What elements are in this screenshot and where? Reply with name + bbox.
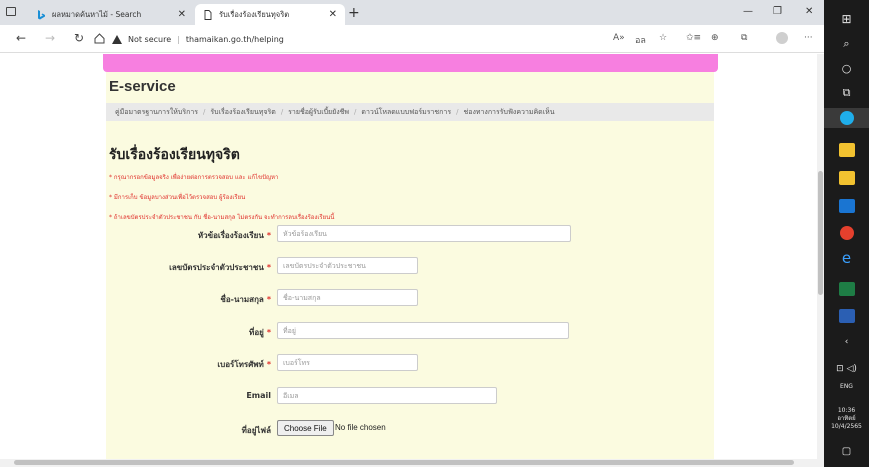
more-icon[interactable]: ··· — [804, 33, 813, 43]
warning-icon — [112, 34, 122, 44]
immersive-reader-icon[interactable]: อล — [635, 33, 646, 47]
bing-icon — [38, 9, 45, 19]
breadcrumb: คู่มือมาตรฐานการให้บริการ / รับเรื่องร้อง… — [106, 103, 714, 121]
favorites-icon[interactable]: ✩≡ — [686, 33, 701, 43]
collections-icon[interactable]: ⊕ — [711, 33, 719, 43]
minimize-icon[interactable]: — — [743, 6, 753, 17]
clock-time[interactable]: 10:36 — [824, 407, 869, 415]
close-window-icon[interactable]: ✕ — [805, 6, 813, 17]
page-title: รับเรื่องร้องเรียนทุจริต — [109, 147, 240, 163]
section-title: E-service — [109, 78, 176, 95]
close-icon[interactable]: ✕ — [178, 9, 186, 20]
profile-avatar[interactable] — [776, 32, 788, 44]
close-icon[interactable]: ✕ — [329, 9, 337, 20]
breadcrumb-item[interactable]: รายชื่อผู้รับเบี้ยยังชีพ — [288, 107, 349, 118]
file-explorer-icon[interactable] — [839, 143, 855, 157]
task-view-icon[interactable]: ⧉ — [824, 86, 869, 100]
url-text: thamaikan.go.th/helping — [185, 34, 284, 44]
windows-start-icon[interactable]: ⊞ — [824, 12, 869, 26]
email-label: Email — [246, 391, 271, 400]
id-card-row: เลขบัตรประจำตัวประชาชน * — [106, 257, 714, 275]
internet-explorer-icon[interactable]: e — [824, 249, 869, 267]
tab-search[interactable]: ผลหมาดค้นหาไม้ - Search ✕ — [28, 4, 194, 25]
cortana-icon[interactable]: ○ — [824, 62, 869, 75]
address-row: ที่อยู่ * — [106, 322, 714, 340]
breadcrumb-item[interactable]: รับเรื่องร้องเรียนทุจริต — [210, 107, 275, 118]
name-row: ชื่อ-นามสกุล * — [106, 289, 714, 307]
restore-icon[interactable]: ❐ — [773, 6, 782, 17]
breadcrumb-item[interactable]: คู่มือมาตรฐานการให้บริการ — [115, 107, 198, 118]
home-icon[interactable] — [94, 33, 105, 44]
mail-icon[interactable] — [839, 199, 855, 213]
page-viewport: E-service คู่มือมาตรฐานการให้บริการ / รับ… — [0, 54, 817, 459]
email-row: Email — [106, 387, 714, 405]
read-aloud-icon[interactable]: A» — [613, 33, 625, 43]
breadcrumb-item[interactable]: ดาวน์โหลดแบบฟอร์มราชการ — [361, 107, 451, 118]
scroll-thumb[interactable] — [14, 460, 794, 465]
new-tab-icon[interactable]: + — [348, 5, 360, 21]
show-hidden-icon[interactable]: ‹ — [824, 337, 869, 347]
chrome-icon[interactable] — [840, 226, 854, 240]
content-panel: E-service คู่มือมาตรฐานการให้บริการ / รับ… — [106, 72, 714, 459]
refresh-icon[interactable]: ↻ — [74, 31, 84, 45]
address-label: ที่อยู่ * — [249, 328, 271, 337]
subject-row: หัวข้อเรื่องร้องเรียน * — [106, 225, 714, 243]
extensions-icon[interactable]: ⧉ — [741, 33, 747, 43]
network-volume-icon[interactable]: ⊡ ◁) — [824, 364, 869, 374]
file-label: ที่อยู่ไฟล์ — [241, 426, 271, 435]
notice-item: * มีการเก็บ ข้อมูลบางส่วนเพื่อไว้ตรวจสอบ… — [109, 194, 246, 201]
notifications-icon[interactable]: ▢ — [824, 446, 869, 457]
forward-icon[interactable]: → — [45, 31, 55, 45]
tab-label: ผลหมาดค้นหาไม้ - Search — [52, 9, 142, 19]
notice-item: * กรุณากรอกข้อมูลจริง เพื่อง่ายต่อการตรว… — [109, 174, 279, 181]
clock-date[interactable]: 10/4/2565 — [824, 423, 869, 431]
back-icon[interactable]: ← — [16, 31, 26, 45]
subject-input[interactable] — [277, 225, 571, 242]
tab-actions-icon[interactable] — [6, 7, 16, 16]
scroll-thumb[interactable] — [818, 171, 823, 295]
file-row: ที่อยู่ไฟล์ Choose File No file chosen — [106, 420, 714, 438]
name-input[interactable] — [277, 289, 418, 306]
email-input[interactable] — [277, 387, 497, 404]
file-status: No file chosen — [335, 423, 386, 432]
id-card-input[interactable] — [277, 257, 418, 274]
favorite-star-icon[interactable]: ☆ — [659, 33, 667, 43]
taskbar: ⊞ ⌕ ○ ⧉ e ‹ ⊡ ◁) ENG 10:36 อาทิตย์ 10/4/… — [824, 0, 869, 467]
address-input[interactable] — [277, 322, 569, 339]
vertical-scrollbar[interactable] — [817, 54, 824, 459]
search-icon[interactable]: ⌕ — [824, 37, 869, 51]
edge-icon[interactable] — [840, 111, 854, 125]
name-label: ชื่อ-นามสกุล * — [220, 295, 271, 304]
phone-label: เบอร์โทรศัพท์ * — [217, 360, 271, 369]
store-icon[interactable] — [839, 171, 855, 185]
tab-strip: ผลหมาดค้นหาไม้ - Search ✕ รับเรื่องร้องเ… — [0, 0, 824, 25]
phone-input[interactable] — [277, 354, 418, 371]
address-toolbar: ← → ↻ Not secure | thamaikan.go.th/helpi… — [0, 25, 824, 53]
excel-icon[interactable] — [839, 282, 855, 296]
horizontal-scrollbar[interactable] — [0, 459, 824, 467]
word-icon[interactable] — [839, 309, 855, 323]
address-bar[interactable]: Not secure | thamaikan.go.th/helping — [112, 29, 672, 49]
clock-day[interactable]: อาทิตย์ — [824, 415, 869, 423]
page-icon — [204, 9, 212, 20]
tab-label: รับเรื่องร้องเรียนทุจริต — [219, 9, 290, 19]
choose-file-button[interactable]: Choose File — [277, 420, 334, 436]
subject-label: หัวข้อเรื่องร้องเรียน * — [197, 231, 271, 240]
security-label: Not secure — [128, 34, 172, 44]
id-card-label: เลขบัตรประจำตัวประชาชน * — [169, 263, 271, 272]
language-indicator[interactable]: ENG — [824, 383, 869, 391]
phone-row: เบอร์โทรศัพท์ * — [106, 354, 714, 372]
notice-list: * กรุณากรอกข้อมูลจริง เพื่อง่ายต่อการตรว… — [109, 168, 334, 228]
breadcrumb-item[interactable]: ช่องทางการรับฟังความคิดเห็น — [463, 107, 554, 118]
header-band — [103, 54, 718, 72]
separator: | — [177, 34, 180, 44]
tab-helping[interactable]: รับเรื่องร้องเรียนทุจริต ✕ — [195, 4, 345, 25]
